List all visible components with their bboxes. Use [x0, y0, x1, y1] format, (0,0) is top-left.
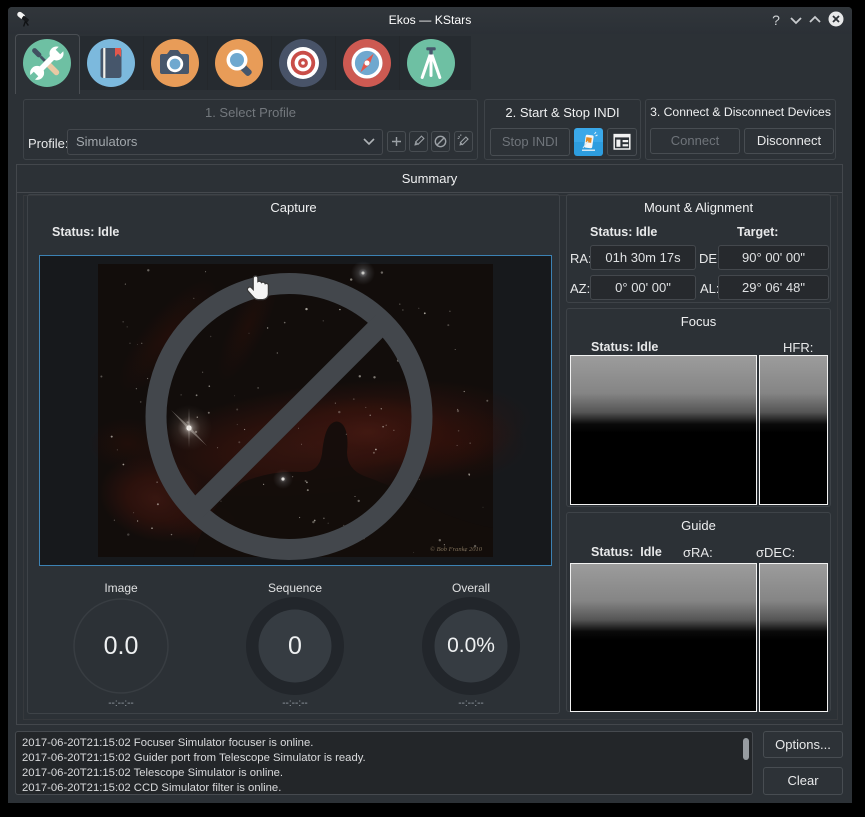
svg-text:© Bob Franke 2010: © Bob Franke 2010: [430, 546, 483, 553]
